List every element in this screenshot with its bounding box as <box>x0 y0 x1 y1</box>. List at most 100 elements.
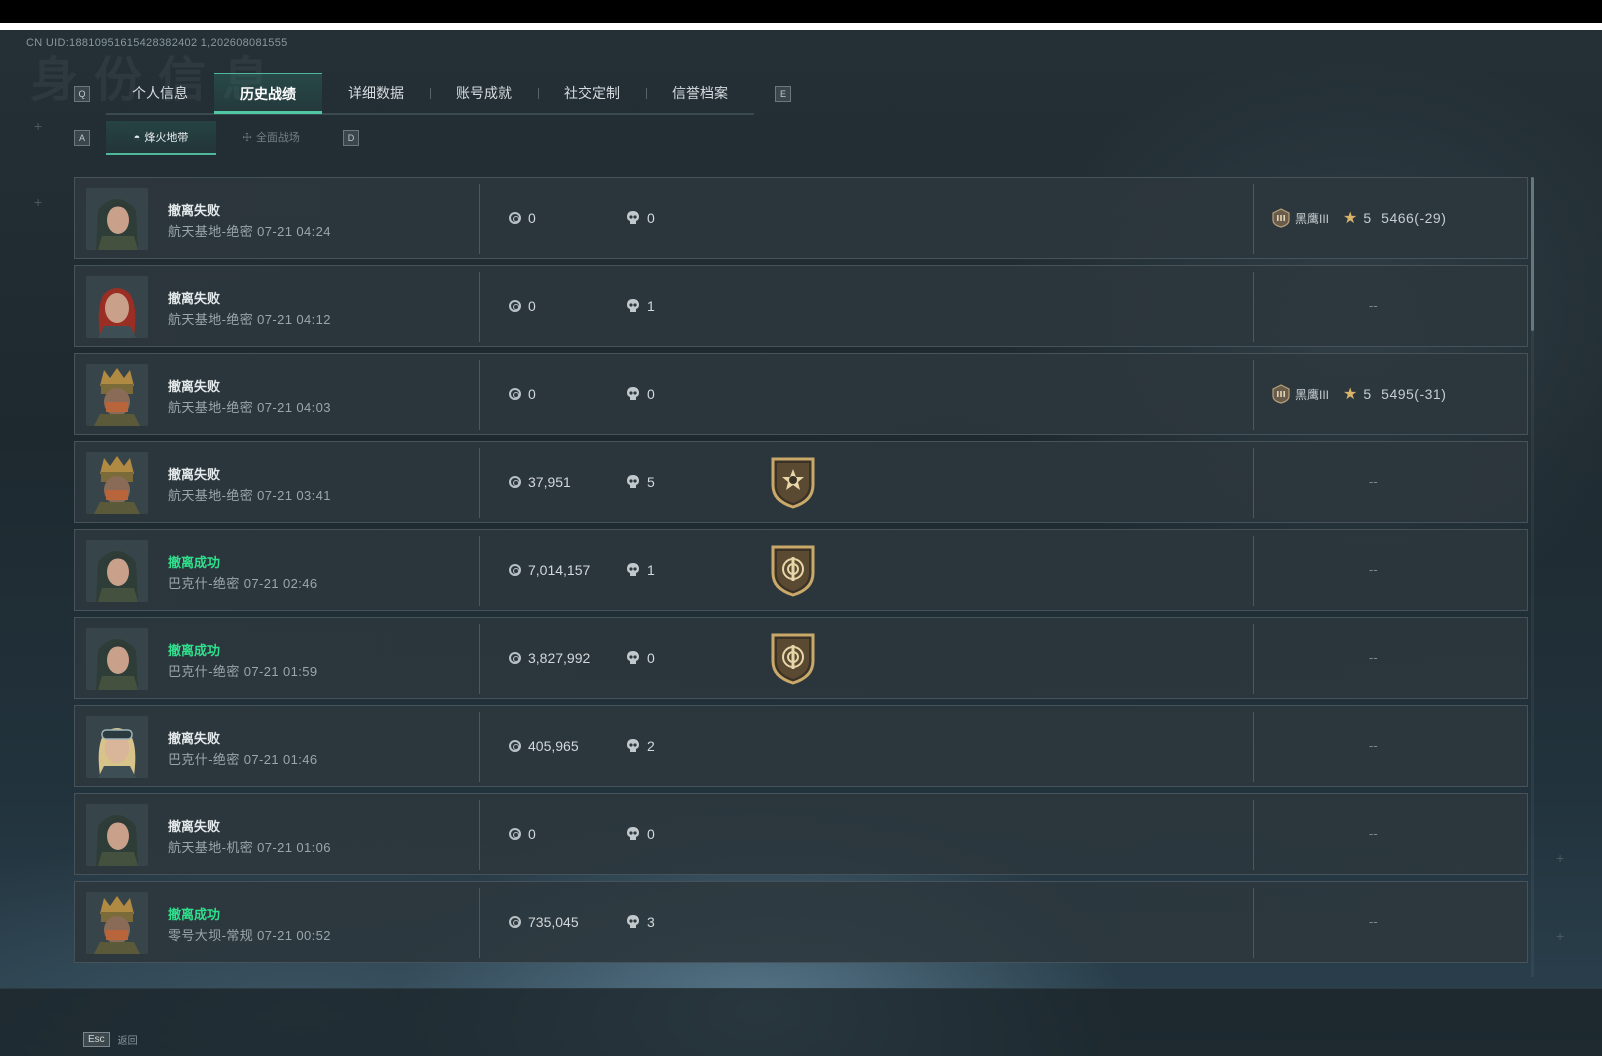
operator-avatar <box>86 452 148 514</box>
match-row[interactable]: 撤离成功 巴克什-绝密 07-21 02:46 7,014,157 1 -- <box>74 529 1528 611</box>
match-row[interactable]: 撤离失败 航天基地-绝密 07-21 03:41 37,951 5 -- <box>74 441 1528 523</box>
skull-icon <box>627 387 639 400</box>
scrollbar-thumb[interactable] <box>1531 177 1534 331</box>
loot-value: 7,014,157 <box>509 562 590 578</box>
tab-0[interactable]: 个人信息 <box>106 73 214 113</box>
mode-subtabs: ◓ 烽火地带 ☩ 全面战场 <box>106 121 326 155</box>
kill-count: 0 <box>627 386 655 402</box>
column-divider <box>479 448 480 518</box>
kill-count: 5 <box>627 474 655 490</box>
map-and-time: 航天基地-绝密 07-21 04:12 <box>168 312 331 327</box>
tab-4[interactable]: 社交定制 <box>538 73 646 113</box>
rank-tier: 黑鹰III <box>1295 387 1330 402</box>
back-button[interactable]: Esc 返回 <box>83 1032 138 1047</box>
loot-value: 735,045 <box>509 914 579 930</box>
match-history-list: 撤离失败 航天基地-绝密 07-21 04:24 0 0 黑鹰III ★ 5 5466… <box>74 177 1528 969</box>
coin-icon <box>509 476 521 488</box>
extraction-status: 撤离成功 <box>168 907 221 922</box>
tab-5[interactable]: 信誉档案 <box>646 73 754 113</box>
loot-value-text: 405,965 <box>528 738 579 754</box>
top-white-line <box>0 23 1602 30</box>
subtab-1[interactable]: ☩ 全面战场 <box>216 121 326 155</box>
tab-3[interactable]: 账号成就 <box>430 73 538 113</box>
kill-count-text: 3 <box>647 914 655 930</box>
operator-avatar <box>86 540 148 602</box>
column-divider <box>479 800 480 870</box>
skull-icon <box>627 827 639 840</box>
coin-icon <box>509 916 521 928</box>
subtab-next-key[interactable]: D <box>343 130 359 146</box>
extraction-status: 撤离失败 <box>168 379 221 394</box>
helmet-icon: ◓ <box>133 132 141 144</box>
kill-count: 0 <box>627 826 655 842</box>
rank-placeholder: -- <box>1369 738 1378 753</box>
column-divider <box>1253 624 1254 694</box>
coin-icon <box>509 212 521 224</box>
profile-history-screen: 身份信息 CN UID:18810951615428382402 1,20260… <box>0 30 1602 1056</box>
rank-stars: 5 <box>1363 386 1372 402</box>
kill-count: 3 <box>627 914 655 930</box>
subtab-0[interactable]: ◓ 烽火地带 <box>106 121 216 155</box>
subtab-prev-key[interactable]: A <box>74 130 90 146</box>
match-row[interactable]: 撤离失败 航天基地-绝密 07-21 04:24 0 0 黑鹰III ★ 5 5466… <box>74 177 1528 259</box>
kill-count-text: 0 <box>647 386 655 402</box>
match-row[interactable]: 撤离成功 巴克什-绝密 07-21 01:59 3,827,992 0 -- <box>74 617 1528 699</box>
skull-icon <box>627 475 639 488</box>
tab-prev-key[interactable]: Q <box>74 86 90 102</box>
column-divider <box>1253 536 1254 606</box>
star-icon: ★ <box>1343 386 1358 403</box>
column-divider <box>1253 888 1254 958</box>
rank-info: 黑鹰III ★ 5 5466(-29) <box>1271 208 1446 228</box>
emblem-shield-badge <box>769 631 817 685</box>
match-row[interactable]: 撤离成功 零号大坝-常规 07-21 00:52 735,045 3 -- <box>74 881 1528 963</box>
kill-count-text: 2 <box>647 738 655 754</box>
extraction-status: 撤离失败 <box>168 467 221 482</box>
crosshair-icon: ☩ <box>242 132 252 144</box>
star-icon: ★ <box>1343 210 1358 227</box>
loot-value-text: 7,014,157 <box>528 562 591 578</box>
column-divider <box>479 712 480 782</box>
column-divider <box>479 536 480 606</box>
loot-value-text: 0 <box>528 386 536 402</box>
bottom-bar <box>0 988 1602 1056</box>
kill-count-text: 1 <box>647 562 655 578</box>
column-divider <box>1253 712 1254 782</box>
map-and-time: 巴克什-绝密 07-21 01:46 <box>168 752 318 767</box>
match-row[interactable]: 撤离失败 巴克什-绝密 07-21 01:46 405,965 2 -- <box>74 705 1528 787</box>
subtab-label: 全面战场 <box>255 132 300 144</box>
tab-2[interactable]: 详细数据 <box>322 73 430 113</box>
rank-info: 黑鹰III ★ 5 5495(-31) <box>1271 384 1446 404</box>
rank-placeholder: -- <box>1369 474 1378 489</box>
skull-icon <box>627 563 639 576</box>
kill-count-text: 0 <box>647 826 655 842</box>
operator-avatar <box>86 364 148 426</box>
rank-emblem-icon <box>1272 384 1290 404</box>
skull-icon <box>627 915 639 928</box>
top-black-bar <box>0 0 1602 23</box>
operator-avatar <box>86 276 148 338</box>
column-divider <box>479 624 480 694</box>
kill-count: 2 <box>627 738 655 754</box>
skull-icon <box>627 211 639 224</box>
match-row[interactable]: 撤离失败 航天基地-绝密 07-21 04:12 0 1 -- <box>74 265 1528 347</box>
coin-icon <box>509 828 521 840</box>
extraction-status: 撤离成功 <box>168 555 221 570</box>
rank-score: 5466(-29) <box>1381 210 1447 226</box>
loot-value-text: 37,951 <box>528 474 571 490</box>
match-row[interactable]: 撤离失败航天基地-绝密 07-21 04:03 0 0 黑鹰III ★ 5 5495… <box>74 353 1528 435</box>
rank-placeholder: -- <box>1369 650 1378 665</box>
extraction-status: 撤离成功 <box>168 643 221 658</box>
tab-next-key[interactable]: E <box>775 86 791 102</box>
map-and-time: 航天基地-绝密 07-21 04:03 <box>168 400 331 415</box>
map-and-time: 航天基地-机密 07-21 01:06 <box>168 840 331 855</box>
skull-icon <box>627 299 639 312</box>
kill-count-text: 1 <box>647 298 655 314</box>
loot-value: 37,951 <box>509 474 571 490</box>
rank-placeholder: -- <box>1369 914 1378 929</box>
match-row[interactable]: 撤离失败 航天基地-机密 07-21 01:06 0 0 -- <box>74 793 1528 875</box>
loot-value: 405,965 <box>509 738 579 754</box>
back-label: 返回 <box>117 1036 138 1047</box>
skull-icon <box>627 651 639 664</box>
tab-1[interactable]: 历史战绩 <box>214 73 322 114</box>
operator-avatar <box>86 188 148 250</box>
